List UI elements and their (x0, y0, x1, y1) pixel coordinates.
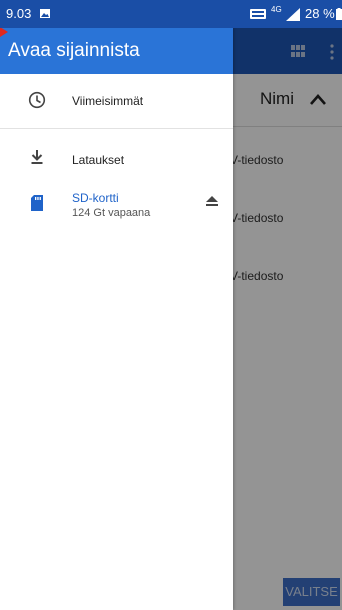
drawer-title: Avaa sijainnista (8, 40, 140, 61)
nav-item-label: Viimeisimmät (72, 94, 144, 108)
status-bar: 9.03 4G 28 % (0, 0, 342, 28)
nav-item-label: Lataukset (72, 153, 125, 167)
nav-item-subtitle: 124 Gt vapaana (72, 207, 151, 219)
nav-item-sd-card[interactable]: SD-kortti 124 Gt vapaana (0, 184, 233, 240)
image-notification-icon (40, 9, 50, 18)
navigation-drawer: Avaa sijainnista Viimeisimmät Lataukset … (0, 27, 233, 610)
status-time: 9.03 (6, 6, 32, 21)
clock-icon (28, 91, 46, 109)
battery-percent: 28 % (305, 6, 335, 21)
nav-item-label: SD-kortti (72, 191, 119, 205)
nav-item-recents[interactable]: Viimeisimmät (0, 75, 233, 127)
drawer-header: Avaa sijainnista (0, 27, 233, 74)
volte-icon (250, 9, 266, 19)
signal-icon (286, 8, 300, 21)
eject-icon[interactable] (206, 196, 218, 206)
pointer-marker-icon (0, 27, 8, 37)
drawer-divider (0, 128, 233, 129)
battery-icon (336, 8, 342, 20)
nav-item-downloads[interactable]: Lataukset (0, 132, 233, 184)
network-type: 4G (271, 5, 282, 14)
download-icon (31, 150, 43, 164)
sd-card-icon (31, 195, 43, 211)
